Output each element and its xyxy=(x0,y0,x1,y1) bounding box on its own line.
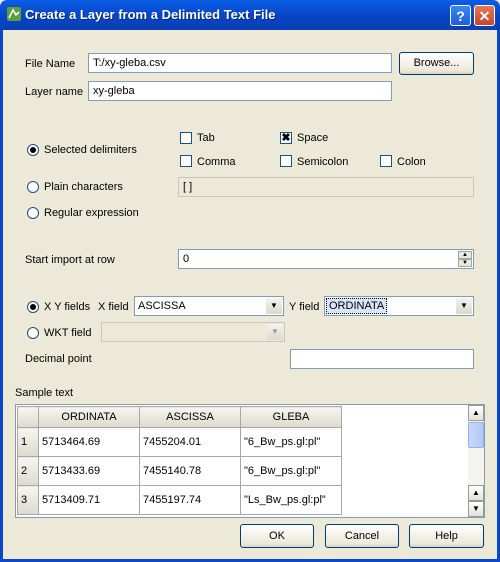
scroll-up-icon[interactable]: ▲ xyxy=(468,405,484,421)
tab-checkbox[interactable] xyxy=(180,132,192,144)
y-field-combo[interactable]: ORDINATA ▼ xyxy=(324,296,474,316)
wkt-field-label: WKT field xyxy=(44,327,92,339)
table-cell[interactable]: "Ls_Bw_ps.gl:pl" xyxy=(240,485,342,515)
x-field-value: ASCISSA xyxy=(138,300,186,312)
table-scrollbar[interactable]: ▲ ▲ ▼ xyxy=(468,405,484,517)
table-cell[interactable]: "6_Bw_ps.gl:pl" xyxy=(240,456,342,486)
plain-characters-label: Plain characters xyxy=(44,181,123,193)
wkt-field-combo[interactable]: ▼ xyxy=(101,322,285,342)
spin-down-icon[interactable]: ▼ xyxy=(458,259,472,267)
row-header: 1 xyxy=(17,427,39,457)
plain-characters-radio[interactable] xyxy=(27,181,39,193)
chevron-down-icon: ▼ xyxy=(266,298,282,314)
space-checkbox[interactable]: ✖ xyxy=(280,132,292,144)
comma-label: Comma xyxy=(197,156,236,168)
file-name-label: File Name xyxy=(25,58,76,70)
start-row-value: 0 xyxy=(183,253,190,265)
colon-label: Colon xyxy=(397,156,426,168)
table-row[interactable]: 2 5713433.69 7455140.78 "6_Bw_ps.gl:pl" xyxy=(17,456,342,486)
x-field-label: X field xyxy=(98,301,129,313)
semicolon-checkbox[interactable] xyxy=(280,155,292,167)
layer-name-field[interactable]: xy-gleba xyxy=(88,81,392,101)
row-header: 2 xyxy=(17,456,39,486)
selected-delimiters-label: Selected delimiters xyxy=(44,144,137,156)
table-row[interactable]: 3 5713409.71 7455197.74 "Ls_Bw_ps.gl:pl" xyxy=(17,485,342,515)
column-header[interactable]: ASCISSA xyxy=(139,406,241,428)
start-row-label: Start import at row xyxy=(25,254,115,266)
table-cell[interactable]: 7455204.01 xyxy=(139,427,241,457)
regular-expression-radio[interactable] xyxy=(27,207,39,219)
corner-header xyxy=(17,406,39,428)
wkt-field-radio[interactable] xyxy=(27,327,39,339)
regular-expression-label: Regular expression xyxy=(44,207,139,219)
plain-characters-field[interactable]: [ ] xyxy=(178,177,474,197)
y-field-label: Y field xyxy=(289,301,320,313)
decimal-point-label: Decimal point xyxy=(25,353,92,365)
table-row[interactable]: 1 5713464.69 7455204.01 "6_Bw_ps.gl:pl" xyxy=(17,427,342,457)
table-cell[interactable]: 7455197.74 xyxy=(139,485,241,515)
window-title: Create a Layer from a Delimited Text Fil… xyxy=(25,7,276,22)
xy-fields-label: X Y fields xyxy=(44,301,91,313)
table-cell[interactable]: 5713464.69 xyxy=(38,427,140,457)
sample-table: ORDINATA ASCISSA GLEBA 1 5713464.69 7455… xyxy=(17,406,342,515)
close-button[interactable]: ✕ xyxy=(474,5,495,26)
space-label: Space xyxy=(297,132,329,144)
cancel-button[interactable]: Cancel xyxy=(325,524,399,548)
table-cell[interactable]: "6_Bw_ps.gl:pl" xyxy=(240,427,342,457)
spin-up-icon[interactable]: ▲ xyxy=(458,251,472,259)
title-bar: Create a Layer from a Delimited Text Fil… xyxy=(0,0,500,30)
help-title-button[interactable]: ? xyxy=(450,5,471,26)
chevron-down-icon: ▼ xyxy=(267,324,283,340)
y-field-value: ORDINATA xyxy=(326,298,388,314)
qgis-icon xyxy=(7,7,21,21)
column-header[interactable]: ORDINATA xyxy=(38,406,140,428)
scroll-thumb[interactable] xyxy=(468,422,484,448)
table-cell[interactable]: 5713409.71 xyxy=(38,485,140,515)
chevron-down-icon: ▼ xyxy=(456,298,472,314)
tab-label: Tab xyxy=(197,132,215,144)
row-header: 3 xyxy=(17,485,39,515)
file-name-field[interactable]: T:/xy-gleba.csv xyxy=(88,53,392,73)
table-cell[interactable]: 7455140.78 xyxy=(139,456,241,486)
help-button[interactable]: Help xyxy=(409,524,484,548)
decimal-point-field[interactable] xyxy=(290,349,474,369)
comma-checkbox[interactable] xyxy=(180,155,192,167)
layer-name-label: Layer name xyxy=(25,86,84,98)
x-field-combo[interactable]: ASCISSA ▼ xyxy=(134,296,284,316)
ok-button[interactable]: OK xyxy=(240,524,314,548)
semicolon-label: Semicolon xyxy=(297,156,349,168)
sample-text-label: Sample text xyxy=(15,387,74,399)
browse-button[interactable]: Browse... xyxy=(399,52,474,75)
selected-delimiters-radio[interactable] xyxy=(27,144,39,156)
scroll-down-icon[interactable]: ▼ xyxy=(468,501,484,517)
table-cell[interactable]: 5713433.69 xyxy=(38,456,140,486)
xy-fields-radio[interactable] xyxy=(27,301,39,313)
column-header[interactable]: GLEBA xyxy=(240,406,342,428)
scroll-up-icon[interactable]: ▲ xyxy=(468,485,484,501)
start-row-spinbox[interactable]: 0 ▲ ▼ xyxy=(178,249,474,269)
colon-checkbox[interactable] xyxy=(380,155,392,167)
